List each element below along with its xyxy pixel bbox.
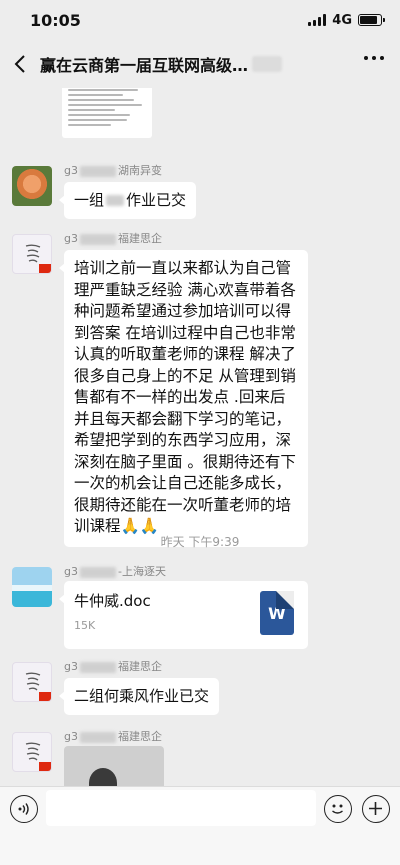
sender-name: g3 湖南异变 xyxy=(64,164,162,177)
message-input[interactable] xyxy=(46,790,316,826)
avatar[interactable] xyxy=(12,234,52,274)
file-message[interactable]: 牛仲威.doc 15K W xyxy=(59,581,308,649)
message-bubble[interactable]: 培训之前一直以来都认为自己管理严重缺乏经验 满心欢喜带着各种问题希望通过参加培训… xyxy=(59,250,308,547)
more-dots-icon[interactable] xyxy=(364,56,384,60)
avatar[interactable] xyxy=(12,662,52,702)
status-indicators: 4G xyxy=(308,12,385,28)
chat-area[interactable]: g3 湖南异变 一组 作业已交 g3 福建思企 培训之前一直以来都认为自己管理严重缺乏… xyxy=(0,88,400,786)
image-message-preview[interactable] xyxy=(62,88,152,138)
voice-icon[interactable] xyxy=(10,795,38,823)
word-doc-icon: W xyxy=(260,591,294,635)
input-bar xyxy=(0,786,400,865)
file-name: 牛仲威.doc xyxy=(74,592,151,610)
file-size: 15K xyxy=(74,619,96,632)
battery-icon xyxy=(358,14,385,26)
time-divider: 昨天 下午9:39 xyxy=(160,535,240,549)
title-blur xyxy=(252,56,283,72)
emoji-icon[interactable] xyxy=(324,795,352,823)
image-message[interactable] xyxy=(64,746,164,786)
sender-name: g3 福建思企 xyxy=(64,660,162,673)
plus-icon[interactable] xyxy=(362,795,390,823)
status-time: 10:05 xyxy=(30,10,81,30)
status-bar: 10:05 4G xyxy=(0,0,400,40)
chevron-left-icon[interactable] xyxy=(0,40,40,88)
sender-name: g3 福建思企 xyxy=(64,730,162,743)
title-bar: 赢在云商第一届互联网高级… xyxy=(0,40,400,88)
signal-icon xyxy=(308,14,327,26)
avatar[interactable] xyxy=(12,166,52,206)
chat-title: 赢在云商第一届互联网高级… xyxy=(40,56,249,75)
avatar[interactable] xyxy=(12,567,52,607)
network-type: 4G xyxy=(332,12,352,28)
sender-name: g3 -上海逐天 xyxy=(64,565,166,578)
sender-name: g3 福建思企 xyxy=(64,232,162,245)
avatar[interactable] xyxy=(12,732,52,772)
message-bubble[interactable]: 一组 作业已交 xyxy=(58,182,197,219)
message-bubble[interactable]: 二组何乘风作业已交 xyxy=(58,678,220,715)
